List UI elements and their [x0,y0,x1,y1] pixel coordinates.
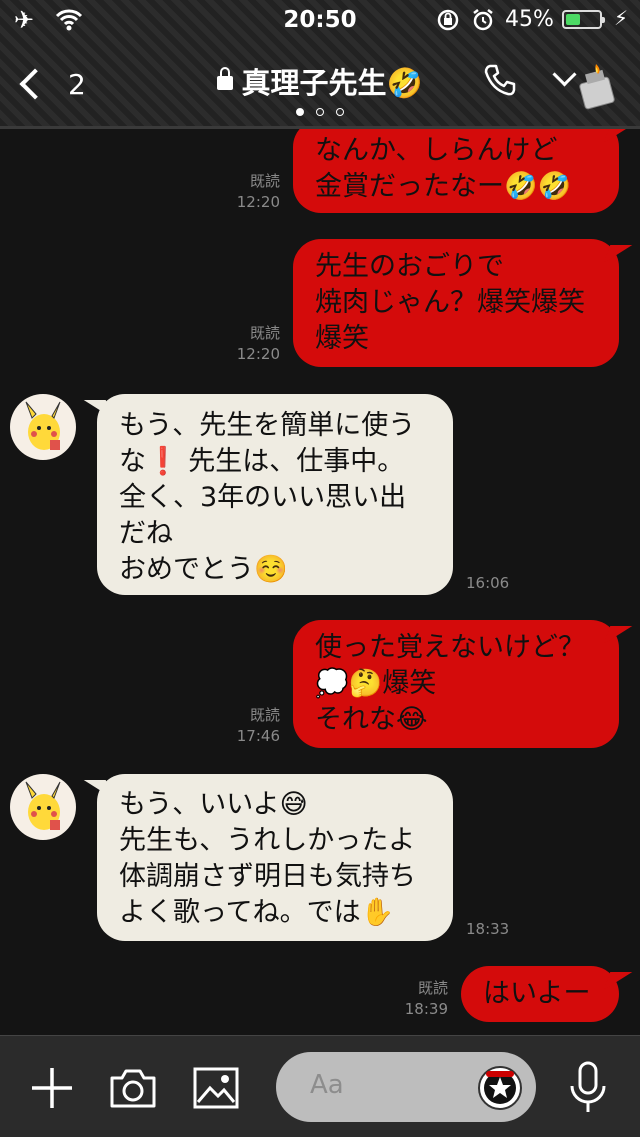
read-receipt: 既読 [249,324,280,342]
message-line: 金賞だったなー🤣🤣 [315,171,572,202]
phone-icon[interactable] [482,62,518,98]
message-line: もう、先生を簡単に使う [119,410,416,441]
message-line: だね [119,518,173,549]
message-input-placeholder: Aa [310,1070,344,1100]
message-meta: 16:06 [466,573,530,594]
read-receipt: 既読 [417,979,448,997]
message-line: もう、いいよ😅 [119,789,308,820]
message-bubble-outgoing[interactable]: 使った覚えないけど？ 💭🤔爆笑 それな😂 [293,620,619,748]
message-composer: Aa [0,1035,640,1137]
message-bubble-incoming[interactable]: もう、先生を簡単に使う な❗ 先生は、仕事中。 全く、3年のいい思い出 だね お… [97,394,453,595]
message-input[interactable]: Aa [276,1052,536,1122]
lighter-icon[interactable] [576,62,620,110]
message-time: 18:33 [466,920,510,938]
page-indicator [0,108,640,116]
message-line: 全く、3年のいい思い出 [119,482,407,513]
message-meta: 18:33 [466,919,530,940]
read-receipt: 既読 [249,706,280,724]
message-line: な❗ 先生は、仕事中。 [119,446,405,477]
message-bubble-outgoing[interactable]: 先生のおごりで 焼肉じゃん？爆笑爆笑 爆笑 [293,239,619,367]
message-time: 12:20 [236,345,280,363]
message-time: 12:20 [236,193,280,211]
avatar-image [25,781,61,830]
nav-bar: 2 真理子先生🤣 [0,52,640,112]
message-line: 焼肉じゃん？爆笑爆笑 [315,287,585,318]
message-line: 体調崩さず明日も気持ち [119,861,416,892]
avatar-image [25,401,61,450]
chat-header: ✈ 20:50 45% ⚡ 2 真理子先生🤣 [0,0,640,129]
message-meta: 既読 12:20 [216,323,280,365]
charging-icon: ⚡ [614,6,629,30]
message-line: 爆笑 [315,323,369,354]
message-line: なんか、しらんけど [315,135,558,166]
microphone-icon[interactable] [566,1060,610,1116]
camera-icon[interactable] [108,1066,158,1110]
message-line: 使った覚えないけど？ [315,632,585,663]
message-time: 16:06 [466,574,510,592]
chat-title-text: 真理子先生🤣 [241,66,423,100]
avatar[interactable] [10,394,76,460]
message-bubble-outgoing[interactable]: なんか、しらんけど 金賞だったなー🤣🤣 [293,129,619,213]
message-line: おめでとう☺️ [119,554,288,585]
page-dot[interactable] [336,108,344,116]
message-list[interactable]: 既読 12:20 なんか、しらんけど 金賞だったなー🤣🤣 既読 12:20 先生… [0,129,640,1035]
battery-icon [562,10,605,29]
battery-percent: 45% [505,7,554,32]
message-line: よく歌ってね。では✋ [119,897,395,928]
message-time: 17:46 [236,727,280,745]
page-dot[interactable] [296,108,304,116]
image-icon[interactable] [192,1066,240,1110]
message-meta: 既読 18:39 [384,978,448,1020]
message-bubble-incoming[interactable]: もう、いいよ😅 先生も、うれしかったよ 体調崩さず明日も気持ち よく歌ってね。で… [97,774,453,941]
read-receipt: 既読 [249,172,280,190]
message-bubble-outgoing[interactable]: はいよー [461,966,619,1022]
alarm-icon [473,9,493,31]
plus-icon[interactable] [28,1064,76,1112]
message-meta: 既読 12:20 [216,171,280,213]
message-line: 先生のおごりで [315,251,504,282]
status-bar: ✈ 20:50 45% ⚡ [0,0,640,40]
message-line: はいよー [483,978,591,1009]
message-line: それな😂 [315,704,428,735]
sticker-icon[interactable] [478,1066,522,1110]
chat-title[interactable]: 真理子先生🤣 [0,60,640,102]
avatar[interactable] [10,774,76,840]
message-line: 💭🤔爆笑 [315,668,437,699]
message-time: 18:39 [404,1000,448,1018]
lock-icon [217,67,234,90]
rotation-lock-icon [437,9,459,31]
message-meta: 既読 17:46 [216,705,280,747]
page-dot[interactable] [316,108,324,116]
message-line: 先生も、うれしかったよ [119,825,416,856]
